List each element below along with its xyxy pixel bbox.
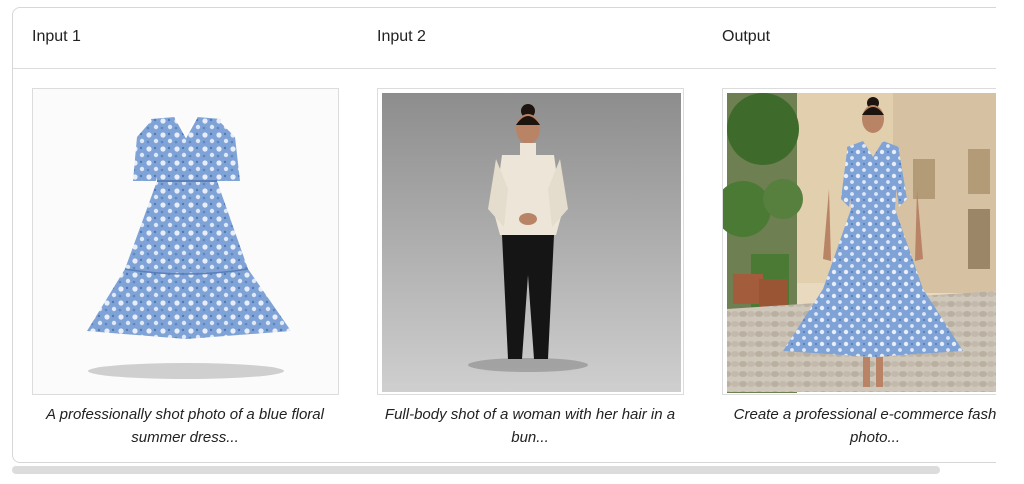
input-2-caption: Full-body shot of a woman with her hair …	[384, 406, 676, 446]
ecommerce-street-photo	[723, 93, 996, 393]
column-header-output: Output	[722, 28, 771, 45]
horizontal-scrollbar[interactable]	[12, 466, 996, 476]
model-studio-photo	[382, 93, 681, 392]
input-1-image	[32, 88, 339, 395]
table-header: Input 1 Input 2 Output	[13, 8, 996, 69]
column-header-input-1: Input 1	[32, 28, 81, 45]
input-1-caption: A professionally shot photo of a blue fl…	[46, 406, 324, 446]
output-image	[722, 88, 996, 395]
comparison-table: Input 1 Input 2 Output A professionally …	[12, 7, 996, 463]
output-caption: Create a professional e-commerce fashion…	[733, 406, 996, 446]
scrollbar-thumb[interactable]	[12, 466, 940, 474]
input-2-image	[377, 88, 684, 395]
comparison-table-viewport[interactable]: Input 1 Input 2 Output A professionally …	[12, 7, 996, 465]
dress-product-photo	[33, 89, 338, 394]
column-header-input-2: Input 2	[377, 28, 426, 45]
